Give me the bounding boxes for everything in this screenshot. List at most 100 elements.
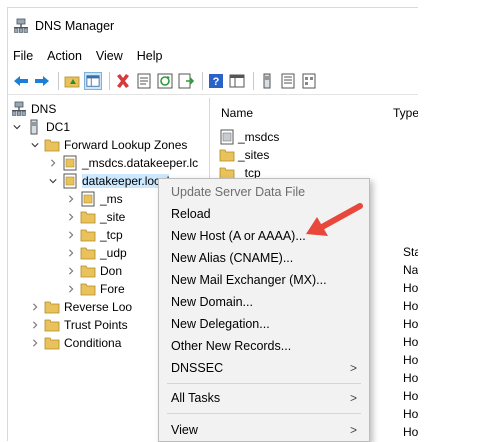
menu-item-label: New Alias (CNAME)... bbox=[171, 251, 294, 265]
list-item-type: Start bbox=[403, 245, 418, 259]
list-item-type: Host bbox=[403, 353, 418, 367]
tree-node-conditional-forwarders[interactable]: Conditiona bbox=[29, 334, 121, 352]
server-icon bbox=[26, 119, 42, 135]
chevron-down-icon[interactable] bbox=[11, 121, 23, 133]
list-header: Name Type bbox=[213, 106, 418, 124]
list-item-name: _sites bbox=[238, 148, 270, 162]
chevron-right-icon[interactable] bbox=[29, 337, 41, 349]
toolbar-separator bbox=[58, 72, 59, 90]
column-header-name[interactable]: Name bbox=[221, 106, 253, 120]
tree-node-child[interactable]: _ms bbox=[65, 190, 123, 208]
tree-node-datakeeper-zone[interactable]: datakeeper.local bbox=[47, 172, 170, 190]
menu-item-dnssec[interactable]: DNSSEC > bbox=[159, 357, 369, 379]
menu-item-new-domain[interactable]: New Domain... bbox=[159, 291, 369, 313]
menu-item-other-new-records[interactable]: Other New Records... bbox=[159, 335, 369, 357]
zone-icon bbox=[80, 191, 96, 207]
console-icon[interactable] bbox=[228, 72, 246, 90]
folder-icon bbox=[80, 245, 96, 261]
menu-file[interactable]: File bbox=[13, 49, 33, 63]
folder-icon bbox=[80, 281, 96, 297]
zone-icon bbox=[62, 173, 78, 189]
chevron-right-icon[interactable] bbox=[65, 193, 77, 205]
server-icon[interactable] bbox=[258, 72, 276, 90]
list-item-type: Host bbox=[403, 335, 418, 349]
tree-node-child[interactable]: Fore bbox=[65, 280, 125, 298]
list-item[interactable]: _msdcs bbox=[219, 128, 279, 146]
tree-label: _udp bbox=[100, 246, 127, 260]
toolbar-separator bbox=[109, 72, 110, 90]
list-item-type: Host bbox=[403, 299, 418, 313]
menu-item-label: New Domain... bbox=[171, 295, 253, 309]
folder-icon bbox=[80, 209, 96, 225]
refresh-icon[interactable] bbox=[156, 72, 174, 90]
show-hide-tree-icon[interactable] bbox=[84, 72, 102, 90]
menu-item-label: DNSSEC bbox=[171, 361, 224, 375]
menu-item-all-tasks[interactable]: All Tasks > bbox=[159, 387, 369, 409]
menu-item-label: New Mail Exchanger (MX)... bbox=[171, 273, 327, 287]
chevron-right-icon[interactable] bbox=[29, 301, 41, 313]
tree-node-dns[interactable]: DNS bbox=[11, 100, 56, 118]
menu-help[interactable]: Help bbox=[137, 49, 163, 63]
export-list-icon[interactable] bbox=[177, 72, 195, 90]
folder-icon bbox=[80, 227, 96, 243]
menu-item-new-host[interactable]: New Host (A or AAAA)... bbox=[159, 225, 369, 247]
properties-icon[interactable] bbox=[135, 72, 153, 90]
menu-action[interactable]: Action bbox=[47, 49, 82, 63]
chevron-right-icon[interactable] bbox=[65, 211, 77, 223]
menu-item-label: View bbox=[171, 423, 198, 437]
tree-node-child[interactable]: _tcp bbox=[65, 226, 123, 244]
tree-label: _tcp bbox=[100, 228, 123, 242]
chevron-right-icon[interactable] bbox=[29, 319, 41, 331]
filter-icon[interactable] bbox=[300, 72, 318, 90]
column-header-type[interactable]: Type bbox=[393, 106, 418, 120]
tree-label: Trust Points bbox=[64, 318, 128, 332]
tree-label: Reverse Loo bbox=[64, 300, 133, 314]
tree-node-child[interactable]: _site bbox=[65, 208, 125, 226]
tree-node-child[interactable]: _udp bbox=[65, 244, 127, 262]
tree-label: DC1 bbox=[46, 120, 71, 134]
list-item-type: Host bbox=[403, 281, 418, 295]
tree-label: Conditiona bbox=[64, 336, 122, 350]
menu-separator bbox=[167, 413, 361, 414]
tree-label: Fore bbox=[100, 282, 125, 296]
menu-view[interactable]: View bbox=[96, 49, 123, 63]
tree-node-forward-lookup-zones[interactable]: Forward Lookup Zones bbox=[29, 136, 187, 154]
toolbar-separator bbox=[202, 72, 203, 90]
up-folder-icon[interactable] bbox=[63, 72, 81, 90]
menu-item-reload[interactable]: Reload bbox=[159, 203, 369, 225]
chevron-right-icon[interactable] bbox=[65, 265, 77, 277]
submenu-arrow-icon: > bbox=[349, 361, 357, 375]
menu-item-view[interactable]: View > bbox=[159, 419, 369, 441]
forward-icon[interactable] bbox=[33, 72, 51, 90]
tree-node-trust-points[interactable]: Trust Points bbox=[29, 316, 128, 334]
chevron-right-icon[interactable] bbox=[65, 229, 77, 241]
list-item-type: Nam bbox=[403, 263, 418, 277]
tree-node-msdcs-zone[interactable]: _msdcs.datakeeper.lc bbox=[47, 154, 198, 172]
tree-node-reverse-lookup-zones[interactable]: Reverse Loo bbox=[29, 298, 132, 316]
folder-icon bbox=[44, 137, 60, 153]
back-icon[interactable] bbox=[12, 72, 30, 90]
svg-text:?: ? bbox=[213, 76, 220, 88]
menu-item-new-delegation[interactable]: New Delegation... bbox=[159, 313, 369, 335]
records-icon[interactable] bbox=[279, 72, 297, 90]
tree-node-child[interactable]: Don bbox=[65, 262, 122, 280]
list-item-type: Host bbox=[403, 389, 418, 403]
chevron-right-icon[interactable] bbox=[47, 157, 59, 169]
help-icon[interactable]: ? bbox=[207, 72, 225, 90]
chevron-down-icon[interactable] bbox=[47, 175, 59, 187]
menu-item-label: Reload bbox=[171, 207, 211, 221]
menu-item-new-alias[interactable]: New Alias (CNAME)... bbox=[159, 247, 369, 269]
chevron-right-icon[interactable] bbox=[65, 247, 77, 259]
window-title: DNS Manager bbox=[35, 19, 115, 33]
menu-item-label: New Host (A or AAAA)... bbox=[171, 229, 306, 243]
chevron-down-icon[interactable] bbox=[29, 139, 41, 151]
menu-item-new-mail-exchanger[interactable]: New Mail Exchanger (MX)... bbox=[159, 269, 369, 291]
menu-item-update-server-data-file[interactable]: Update Server Data File bbox=[159, 181, 369, 203]
delete-icon[interactable] bbox=[114, 72, 132, 90]
zone-icon bbox=[62, 155, 78, 171]
tree-node-dc1[interactable]: DC1 bbox=[11, 118, 70, 136]
submenu-arrow-icon: > bbox=[349, 423, 357, 437]
chevron-right-icon[interactable] bbox=[65, 283, 77, 295]
toolbar: ? bbox=[8, 68, 418, 95]
list-item[interactable]: _sites bbox=[219, 146, 269, 164]
